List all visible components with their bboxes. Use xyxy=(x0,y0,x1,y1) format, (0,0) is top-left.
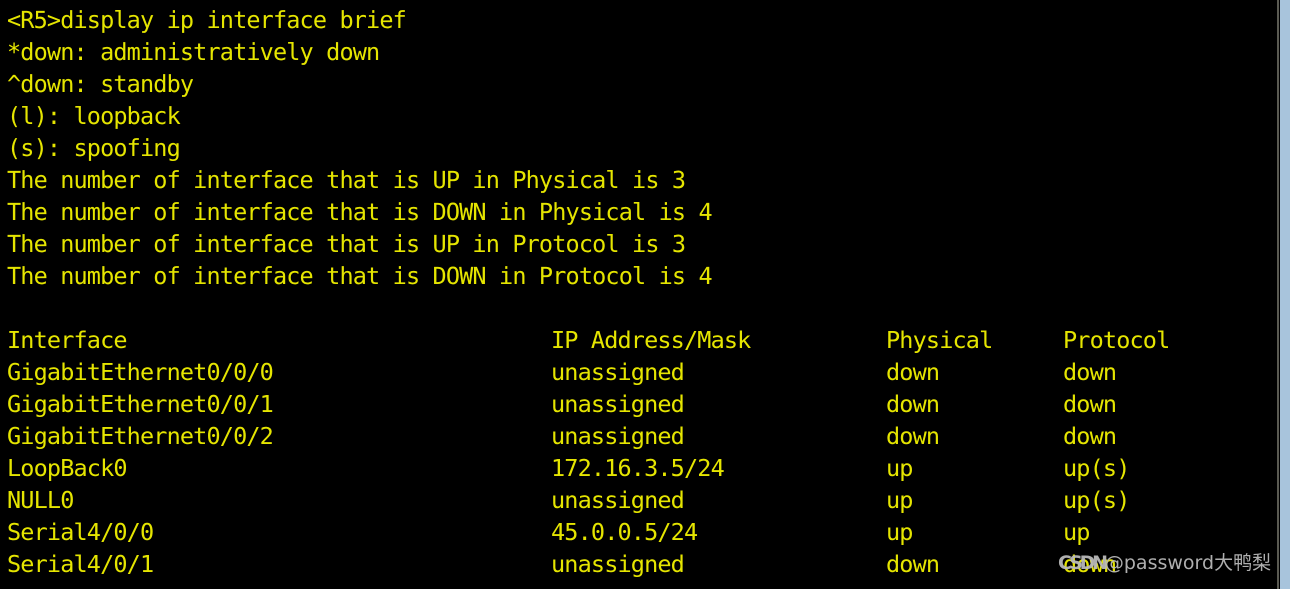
legend-line-admin-down: *down: administratively down xyxy=(7,38,380,66)
cell-ip-address-mask: 45.0.0.5/24 xyxy=(551,518,698,546)
summary-line-down-protocol: The number of interface that is DOWN in … xyxy=(7,262,713,290)
terminal-window: <R5>display ip interface brief *down: ad… xyxy=(0,0,1290,589)
column-header-ip-address-mask: IP Address/Mask xyxy=(551,326,751,354)
cell-physical-status: up xyxy=(886,518,913,546)
cell-physical-status: down xyxy=(886,358,940,386)
column-header-protocol: Protocol xyxy=(1063,326,1170,354)
cell-interface: GigabitEthernet0/0/1 xyxy=(7,390,274,418)
legend-line-spoofing: (s): spoofing xyxy=(7,134,181,162)
cell-physical-status: down xyxy=(886,422,940,450)
cell-protocol-status: up(s) xyxy=(1063,486,1130,514)
summary-line-up-protocol: The number of interface that is UP in Pr… xyxy=(7,230,686,258)
cell-ip-address-mask: 172.16.3.5/24 xyxy=(551,454,725,482)
table-row: GigabitEthernet0/0/2 unassigned down dow… xyxy=(7,420,1276,452)
watermark-overlay: CSDN@password大鸭梨 xyxy=(1058,551,1271,575)
cell-interface: GigabitEthernet0/0/0 xyxy=(7,358,274,386)
table-row: GigabitEthernet0/0/1 unassigned down dow… xyxy=(7,388,1276,420)
table-row: GigabitEthernet0/0/0 unassigned down dow… xyxy=(7,356,1276,388)
cell-physical-status: up xyxy=(886,486,913,514)
command-prompt-line: <R5>display ip interface brief xyxy=(7,6,407,34)
blank-separator-line xyxy=(7,292,1276,324)
column-header-physical: Physical xyxy=(886,326,993,354)
cell-interface: Serial4/0/1 xyxy=(7,550,154,578)
column-header-interface: Interface xyxy=(7,326,128,354)
cell-protocol-status: down xyxy=(1063,390,1117,418)
cell-protocol-status: down xyxy=(1063,422,1117,450)
table-row: LoopBack0 172.16.3.5/24 up up(s) xyxy=(7,452,1276,484)
cell-interface: Serial4/0/0 xyxy=(7,518,154,546)
table-header-row: Interface IP Address/Mask Physical Proto… xyxy=(7,324,1276,356)
cell-protocol-status: up xyxy=(1063,518,1090,546)
cell-protocol-status: up(s) xyxy=(1063,454,1130,482)
watermark-prefix: CSDN xyxy=(1058,552,1108,574)
cell-physical-status: down xyxy=(886,390,940,418)
cell-interface: NULL0 xyxy=(7,486,74,514)
cell-ip-address-mask: unassigned xyxy=(551,422,685,450)
legend-line-loopback: (l): loopback xyxy=(7,102,181,130)
cell-protocol-status: down xyxy=(1063,358,1117,386)
vertical-scrollbar[interactable] xyxy=(1276,0,1290,589)
cell-physical-status: up xyxy=(886,454,913,482)
watermark-handle: @password大鸭梨 xyxy=(1104,552,1272,574)
cell-ip-address-mask: unassigned xyxy=(551,390,685,418)
table-row: NULL0 unassigned up up(s) xyxy=(7,484,1276,516)
cell-physical-status: down xyxy=(886,550,940,578)
cell-ip-address-mask: unassigned xyxy=(551,550,685,578)
scrollbar-thumb[interactable] xyxy=(1280,0,1290,589)
scrollbar-divider xyxy=(1277,0,1279,589)
cell-interface: GigabitEthernet0/0/2 xyxy=(7,422,274,450)
cell-ip-address-mask: unassigned xyxy=(551,358,685,386)
summary-line-down-physical: The number of interface that is DOWN in … xyxy=(7,198,713,226)
legend-line-standby: ^down: standby xyxy=(7,70,194,98)
cell-interface: LoopBack0 xyxy=(7,454,128,482)
table-row: Serial4/0/0 45.0.0.5/24 up up xyxy=(7,516,1276,548)
console-output[interactable]: <R5>display ip interface brief *down: ad… xyxy=(0,0,1276,589)
summary-line-up-physical: The number of interface that is UP in Ph… xyxy=(7,166,686,194)
cell-ip-address-mask: unassigned xyxy=(551,486,685,514)
